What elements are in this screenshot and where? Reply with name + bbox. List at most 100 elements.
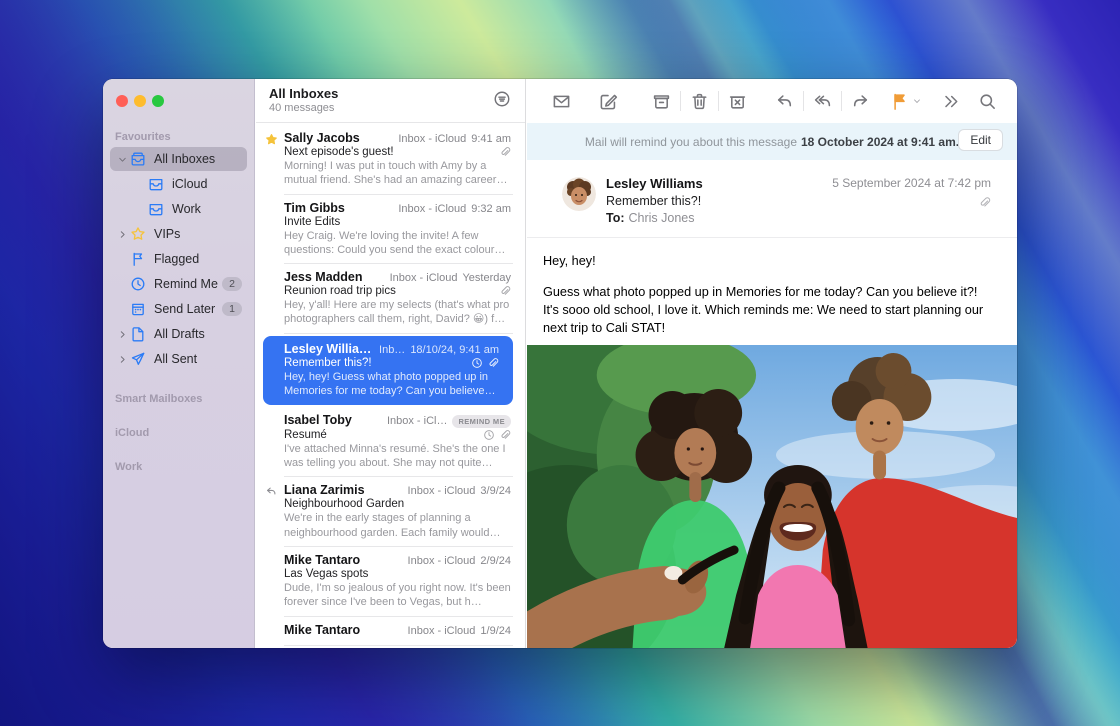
message-subject: Remember this?! bbox=[606, 194, 832, 208]
message-subject: Next episode's guest! bbox=[284, 146, 499, 158]
mailbox-icon-slot bbox=[130, 226, 147, 243]
message-sender: Jess Madden bbox=[284, 270, 384, 284]
sidebar-item-remind-me[interactable]: Remind Me2 bbox=[110, 272, 247, 296]
message-meta: Inbox - iCloudYesterday bbox=[390, 272, 511, 284]
calendar-icon bbox=[130, 301, 146, 317]
flag-icon bbox=[130, 251, 146, 267]
get-mail-button[interactable] bbox=[543, 86, 580, 116]
sidebar-item-label: Remind Me bbox=[154, 277, 222, 291]
forward-icon bbox=[851, 92, 870, 111]
sidebar-item-send-later[interactable]: Send Later1 bbox=[110, 297, 247, 321]
sidebar-item-all-inboxes[interactable]: All Inboxes bbox=[110, 147, 247, 171]
sidebar-item-work[interactable]: Work bbox=[110, 197, 247, 221]
delete-button[interactable] bbox=[681, 86, 718, 116]
window-controls bbox=[116, 95, 164, 107]
junk-button[interactable] bbox=[719, 86, 756, 116]
send-icon bbox=[130, 351, 146, 367]
close-window-button[interactable] bbox=[116, 95, 128, 107]
sidebar-item-icloud[interactable]: iCloud bbox=[110, 172, 247, 196]
message-preview: Dude, I'm so jealous of you right now. I… bbox=[284, 581, 511, 610]
message-sender: Isabel Toby bbox=[284, 413, 381, 427]
recipient-line: To:Chris Jones bbox=[606, 211, 832, 225]
message-date: 9:41 am bbox=[471, 133, 511, 145]
message-preview: Hey, y'all! Here are my selects (that's … bbox=[284, 298, 511, 327]
message-mailbox: Inbox - iCloud bbox=[408, 555, 476, 567]
search-button[interactable] bbox=[969, 86, 1006, 116]
more-toolbar-items-button[interactable] bbox=[932, 86, 969, 116]
paperclip-icon bbox=[499, 429, 511, 441]
sidebar-item-flagged[interactable]: Flagged bbox=[110, 247, 247, 271]
mailbox-list: FavouritesAll InboxesiCloudWorkVIPsFlagg… bbox=[103, 121, 254, 648]
message-sender: Lesley Williams bbox=[284, 342, 373, 356]
sidebar-item-vips[interactable]: VIPs bbox=[110, 222, 247, 246]
reply-all-button[interactable] bbox=[804, 86, 841, 116]
message-status-icons bbox=[471, 357, 499, 369]
message-sender: Tim Gibbs bbox=[284, 201, 392, 215]
paperclip-icon bbox=[499, 146, 511, 158]
message-date: 5 September 2024 at 7:42 pm bbox=[832, 176, 991, 190]
reply-arrow-icon bbox=[265, 485, 278, 498]
minimize-window-button[interactable] bbox=[134, 95, 146, 107]
star-icon bbox=[265, 133, 278, 146]
archive-icon bbox=[652, 92, 671, 111]
message-row-liana-zarimis[interactable]: Liana ZarimisInbox - iCloud3/9/24 Neighb… bbox=[256, 477, 525, 547]
envelope-icon bbox=[552, 92, 571, 111]
message-row-lesley-williams[interactable]: Lesley WilliamsInb…18/10/24, 9:41 am Rem… bbox=[263, 336, 513, 406]
mailbox-icon-slot bbox=[130, 326, 147, 343]
message-status-icons bbox=[499, 146, 511, 158]
message-row-mike-tantaro[interactable]: Mike TantaroInbox - iCloud1/9/24 bbox=[256, 617, 525, 646]
star-icon bbox=[130, 226, 146, 242]
sidebar-item-label: Work bbox=[172, 202, 242, 216]
edit-reminder-button[interactable]: Edit bbox=[958, 129, 1003, 151]
chevron-right-icon[interactable] bbox=[115, 329, 130, 340]
chevron-right-icon[interactable] bbox=[115, 354, 130, 365]
message-date: 1/9/24 bbox=[480, 625, 511, 637]
reply-button[interactable] bbox=[766, 86, 803, 116]
message-mailbox: Inb… bbox=[379, 344, 405, 356]
message-row-sally-jacobs[interactable]: Sally JacobsInbox - iCloud9:41 am Next e… bbox=[256, 125, 525, 195]
toolbar bbox=[527, 79, 1017, 123]
message-header-meta: 5 September 2024 at 7:42 pm bbox=[832, 176, 991, 225]
mailbox-icon-slot bbox=[130, 301, 147, 318]
flag-star-slot bbox=[262, 133, 280, 146]
message-meta: Inbox - iCl…REMIND ME bbox=[387, 415, 511, 428]
chevron-right-icon[interactable] bbox=[115, 229, 130, 240]
chevron-down-icon[interactable] bbox=[115, 154, 130, 165]
sidebar: FavouritesAll InboxesiCloudWorkVIPsFlagg… bbox=[103, 79, 255, 648]
photo-attachment[interactable] bbox=[527, 345, 1017, 648]
mailbox-icon-slot bbox=[148, 176, 165, 193]
flag-button[interactable] bbox=[887, 86, 924, 116]
reply-all-icon bbox=[813, 92, 832, 111]
flag-filled-icon bbox=[890, 92, 909, 111]
mail-window: FavouritesAll InboxesiCloudWorkVIPsFlagg… bbox=[103, 79, 1017, 648]
recipient-name: Chris Jones bbox=[629, 211, 695, 225]
row-separator bbox=[284, 333, 513, 334]
message-row-tim-gibbs[interactable]: Tim GibbsInbox - iCloud9:32 am Invite Ed… bbox=[256, 195, 525, 265]
reminder-date: 18 October 2024 at 9:41 am. bbox=[801, 135, 959, 149]
message-sender: Mike Tantaro bbox=[284, 553, 402, 567]
message-date: 9:32 am bbox=[471, 203, 511, 215]
sidebar-item-label: iCloud bbox=[172, 177, 242, 191]
message-row-jess-madden[interactable]: Jess MaddenInbox - iCloudYesterday Reuni… bbox=[256, 264, 525, 334]
inbox-icon bbox=[148, 201, 164, 217]
sidebar-item-all-sent[interactable]: All Sent bbox=[110, 347, 247, 371]
sender-avatar bbox=[562, 177, 596, 211]
message-date: 2/9/24 bbox=[480, 555, 511, 567]
clock-icon bbox=[471, 357, 483, 369]
reminder-text: Mail will remind you about this message bbox=[585, 135, 797, 149]
zoom-window-button[interactable] bbox=[152, 95, 164, 107]
sidebar-item-label: All Drafts bbox=[154, 327, 242, 341]
archive-button[interactable] bbox=[643, 86, 680, 116]
compose-button[interactable] bbox=[590, 86, 627, 116]
filter-button[interactable] bbox=[493, 90, 511, 108]
message-mailbox: Inbox - iCloud bbox=[390, 272, 458, 284]
forward-button[interactable] bbox=[842, 86, 879, 116]
message-row-mike-tantaro[interactable]: Mike Tantaro Inbox - iCloud 2/9/24 Las Veg… bbox=[256, 547, 525, 617]
junk-icon bbox=[728, 92, 747, 111]
message-meta: Inbox - iCloud9:41 am bbox=[398, 133, 511, 145]
message-row-isabel-toby[interactable]: Isabel TobyInbox - iCl…REMIND ME Resumé … bbox=[256, 407, 525, 477]
message-subject: Las Vegas spots bbox=[284, 568, 511, 580]
sidebar-item-all-drafts[interactable]: All Drafts bbox=[110, 322, 247, 346]
desktop-wallpaper: FavouritesAll InboxesiCloudWorkVIPsFlagg… bbox=[0, 0, 1120, 726]
paperclip-icon bbox=[499, 285, 511, 297]
